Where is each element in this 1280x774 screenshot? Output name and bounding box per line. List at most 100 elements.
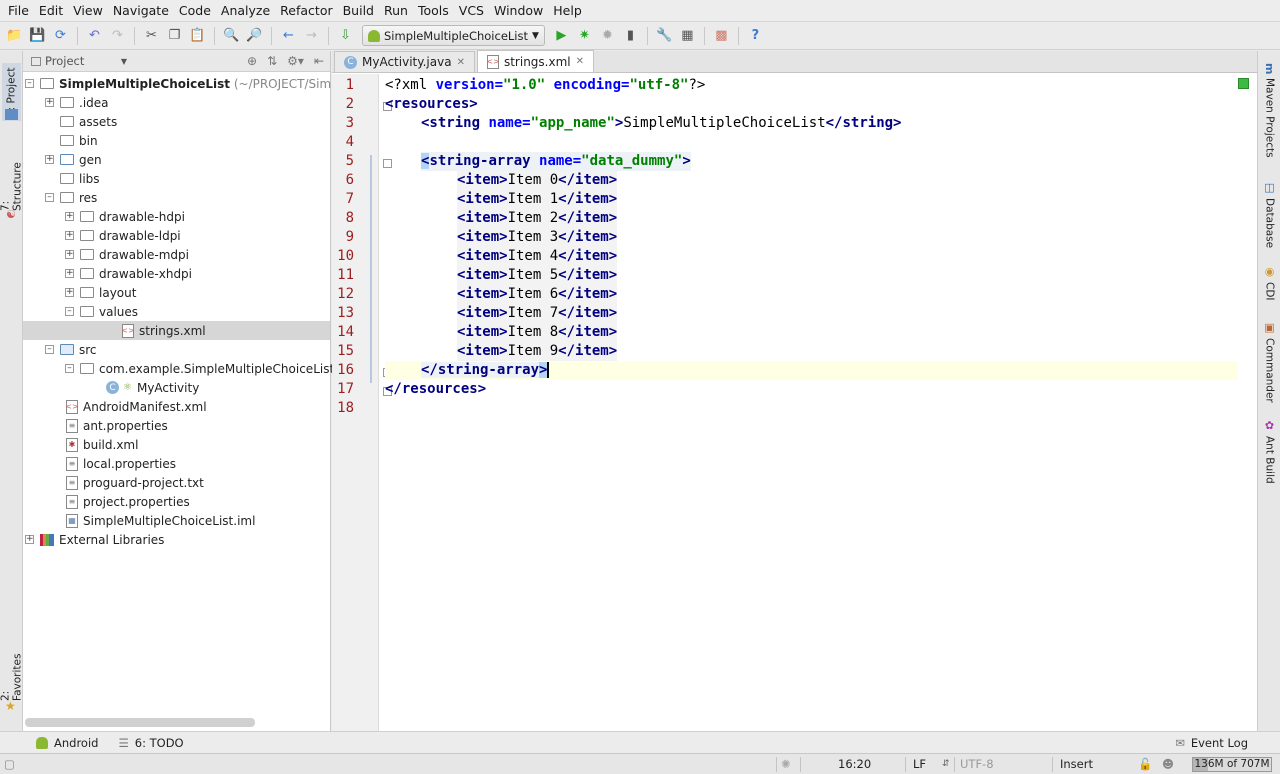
tree-item-external-libraries[interactable]: + External Libraries — [25, 530, 164, 549]
tab-event-log[interactable]: ✉ Event Log — [1165, 736, 1258, 750]
tree-item-ant-properties[interactable]: ≡ ant.properties — [66, 416, 168, 435]
tree-root[interactable]: – SimpleMultipleChoiceList (~/PROJECT/Si… — [25, 74, 360, 93]
code-editor[interactable]: 1 2 3 4 5 6 7 8 9 10 11 12 13 14 15 16 17 18 <?xml versio… — [332, 74, 1257, 731]
collapse-icon[interactable]: – — [45, 193, 54, 202]
tree-item-values[interactable]: – values — [65, 302, 138, 321]
open-icon[interactable]: 📁 — [4, 25, 25, 47]
structure-icon[interactable]: ▦ — [677, 25, 698, 47]
menu-edit[interactable]: Edit — [34, 0, 68, 22]
expand-icon[interactable]: + — [65, 269, 74, 278]
forward-icon[interactable]: → — [301, 25, 322, 47]
hide-panel-icon[interactable]: ⇤ — [314, 54, 324, 68]
tree-item-bin[interactable]: bin — [60, 131, 98, 150]
find-icon[interactable]: 🔍 — [221, 25, 242, 47]
tab-my-activity[interactable]: C MyActivity.java ✕ — [334, 51, 475, 72]
expand-icon[interactable]: + — [45, 98, 54, 107]
tree-item-package[interactable]: – com.example.SimpleMultipleChoiceList — [65, 359, 334, 378]
tree-item-project-properties[interactable]: ≡ project.properties — [66, 492, 190, 511]
expand-icon[interactable]: + — [65, 231, 74, 240]
device-icon[interactable]: ▮ — [620, 25, 641, 47]
collapse-icon[interactable]: – — [25, 79, 34, 88]
tab-structure[interactable]: 7: Structure — [0, 151, 24, 211]
make-icon[interactable]: ⇩ — [335, 25, 356, 47]
lock-icon[interactable]: 🔓 — [1138, 754, 1152, 774]
menu-run[interactable]: Run — [379, 0, 413, 22]
menu-build[interactable]: Build — [338, 0, 379, 22]
collapse-icon[interactable]: – — [65, 307, 74, 316]
gear-icon[interactable]: ⚙▾ — [287, 54, 304, 68]
tree-item-libs[interactable]: libs — [60, 169, 100, 188]
horizontal-scrollbar[interactable] — [25, 718, 255, 727]
tab-cdi[interactable]: ◉ CDI — [1260, 265, 1279, 305]
attach-icon[interactable]: ✹ — [597, 25, 618, 47]
project-view-selector[interactable]: Project ▼ — [31, 54, 127, 68]
inspection-status-icon[interactable] — [1238, 78, 1249, 89]
caret-position[interactable]: 16:20 — [838, 754, 871, 774]
sync-icon[interactable]: ⟳ — [50, 25, 71, 47]
menu-vcs[interactable]: VCS — [454, 0, 489, 22]
back-icon[interactable]: ← — [278, 25, 299, 47]
tab-commander[interactable]: ▣ Commander — [1260, 321, 1279, 403]
expand-icon[interactable]: + — [45, 155, 54, 164]
collapse-icon[interactable]: – — [65, 364, 74, 373]
collapse-icon[interactable]: – — [45, 345, 54, 354]
scroll-from-source-icon[interactable]: ⊕ — [247, 54, 257, 68]
run-config-select[interactable]: SimpleMultipleChoiceList ▼ — [362, 25, 545, 46]
tab-todo[interactable]: ☰ 6: TODO — [108, 736, 193, 750]
tab-ant-build[interactable]: ✿ Ant Build — [1260, 419, 1279, 489]
tree-item-res[interactable]: – res — [45, 188, 97, 207]
debug-icon[interactable]: ✷ — [574, 25, 595, 47]
tree-item-build-xml[interactable]: ✱ build.xml — [66, 435, 138, 454]
tab-favorites[interactable]: 2: Favorites — [0, 646, 24, 701]
menu-refactor[interactable]: Refactor — [275, 0, 337, 22]
tree-item-proguard[interactable]: ≡ proguard-project.txt — [66, 473, 204, 492]
tree-item-gen[interactable]: + gen — [45, 150, 102, 169]
tab-android[interactable]: Android — [26, 736, 108, 750]
tree-item-local-properties[interactable]: ≡ local.properties — [66, 454, 176, 473]
inspector-icon[interactable]: ☻ — [1162, 754, 1174, 774]
insert-mode[interactable]: Insert — [1060, 754, 1093, 774]
memory-indicator[interactable]: 136M of 707M — [1192, 757, 1272, 772]
menu-view[interactable]: View — [68, 0, 108, 22]
tree-item-manifest[interactable]: <> AndroidManifest.xml — [65, 397, 207, 416]
expand-icon[interactable]: + — [65, 250, 74, 259]
sdk-icon[interactable]: ▩ — [711, 25, 732, 47]
menu-code[interactable]: Code — [174, 0, 216, 22]
tab-maven-projects[interactable]: m Maven Projects — [1260, 63, 1279, 173]
run-icon[interactable]: ▶ — [551, 25, 572, 47]
file-encoding[interactable]: UTF-8 — [960, 754, 994, 774]
redo-icon[interactable]: ↷ — [107, 25, 128, 47]
replace-icon[interactable]: 🔎 — [244, 25, 265, 47]
expand-icon[interactable]: + — [65, 212, 74, 221]
cut-icon[interactable]: ✂ — [141, 25, 162, 47]
tree-item-assets[interactable]: assets — [60, 112, 117, 131]
tree-item-strings-xml[interactable]: <> strings.xml — [23, 321, 330, 340]
close-icon[interactable]: ✕ — [457, 57, 465, 68]
menu-navigate[interactable]: Navigate — [108, 0, 174, 22]
tree-item-my-activity[interactable]: C ⚛ MyActivity — [106, 378, 199, 397]
tree-item-idea[interactable]: + .idea — [45, 93, 109, 112]
expand-icon[interactable]: + — [25, 535, 34, 544]
tool-windows-icon[interactable]: ▢ — [4, 754, 15, 774]
collapse-all-icon[interactable]: ⇅ — [267, 54, 277, 68]
menu-window[interactable]: Window — [489, 0, 548, 22]
tree-item-drawable-xhdpi[interactable]: + drawable-xhdpi — [65, 264, 192, 283]
undo-icon[interactable]: ↶ — [84, 25, 105, 47]
menu-file[interactable]: File — [3, 0, 34, 22]
fold-icon[interactable] — [383, 159, 392, 168]
save-icon[interactable]: 💾 — [27, 25, 48, 47]
tree-item-layout[interactable]: + layout — [65, 283, 136, 302]
settings-icon[interactable]: 🔧 — [654, 25, 675, 47]
tree-item-iml[interactable]: ▦ SimpleMultipleChoiceList.iml — [66, 511, 255, 530]
expand-icon[interactable]: + — [65, 288, 74, 297]
tree-item-drawable-mdpi[interactable]: + drawable-mdpi — [65, 245, 189, 264]
close-icon[interactable]: ✕ — [576, 56, 584, 67]
tab-database[interactable]: ◫ Database — [1260, 181, 1279, 251]
menu-help[interactable]: Help — [548, 0, 587, 22]
line-separator[interactable]: LF — [913, 754, 926, 774]
paste-icon[interactable]: 📋 — [187, 25, 208, 47]
tree-item-src[interactable]: – src — [45, 340, 97, 359]
tree-item-drawable-hdpi[interactable]: + drawable-hdpi — [65, 207, 185, 226]
tab-strings-xml[interactable]: <> strings.xml ✕ — [476, 50, 594, 72]
help-icon[interactable]: ? — [745, 25, 766, 47]
